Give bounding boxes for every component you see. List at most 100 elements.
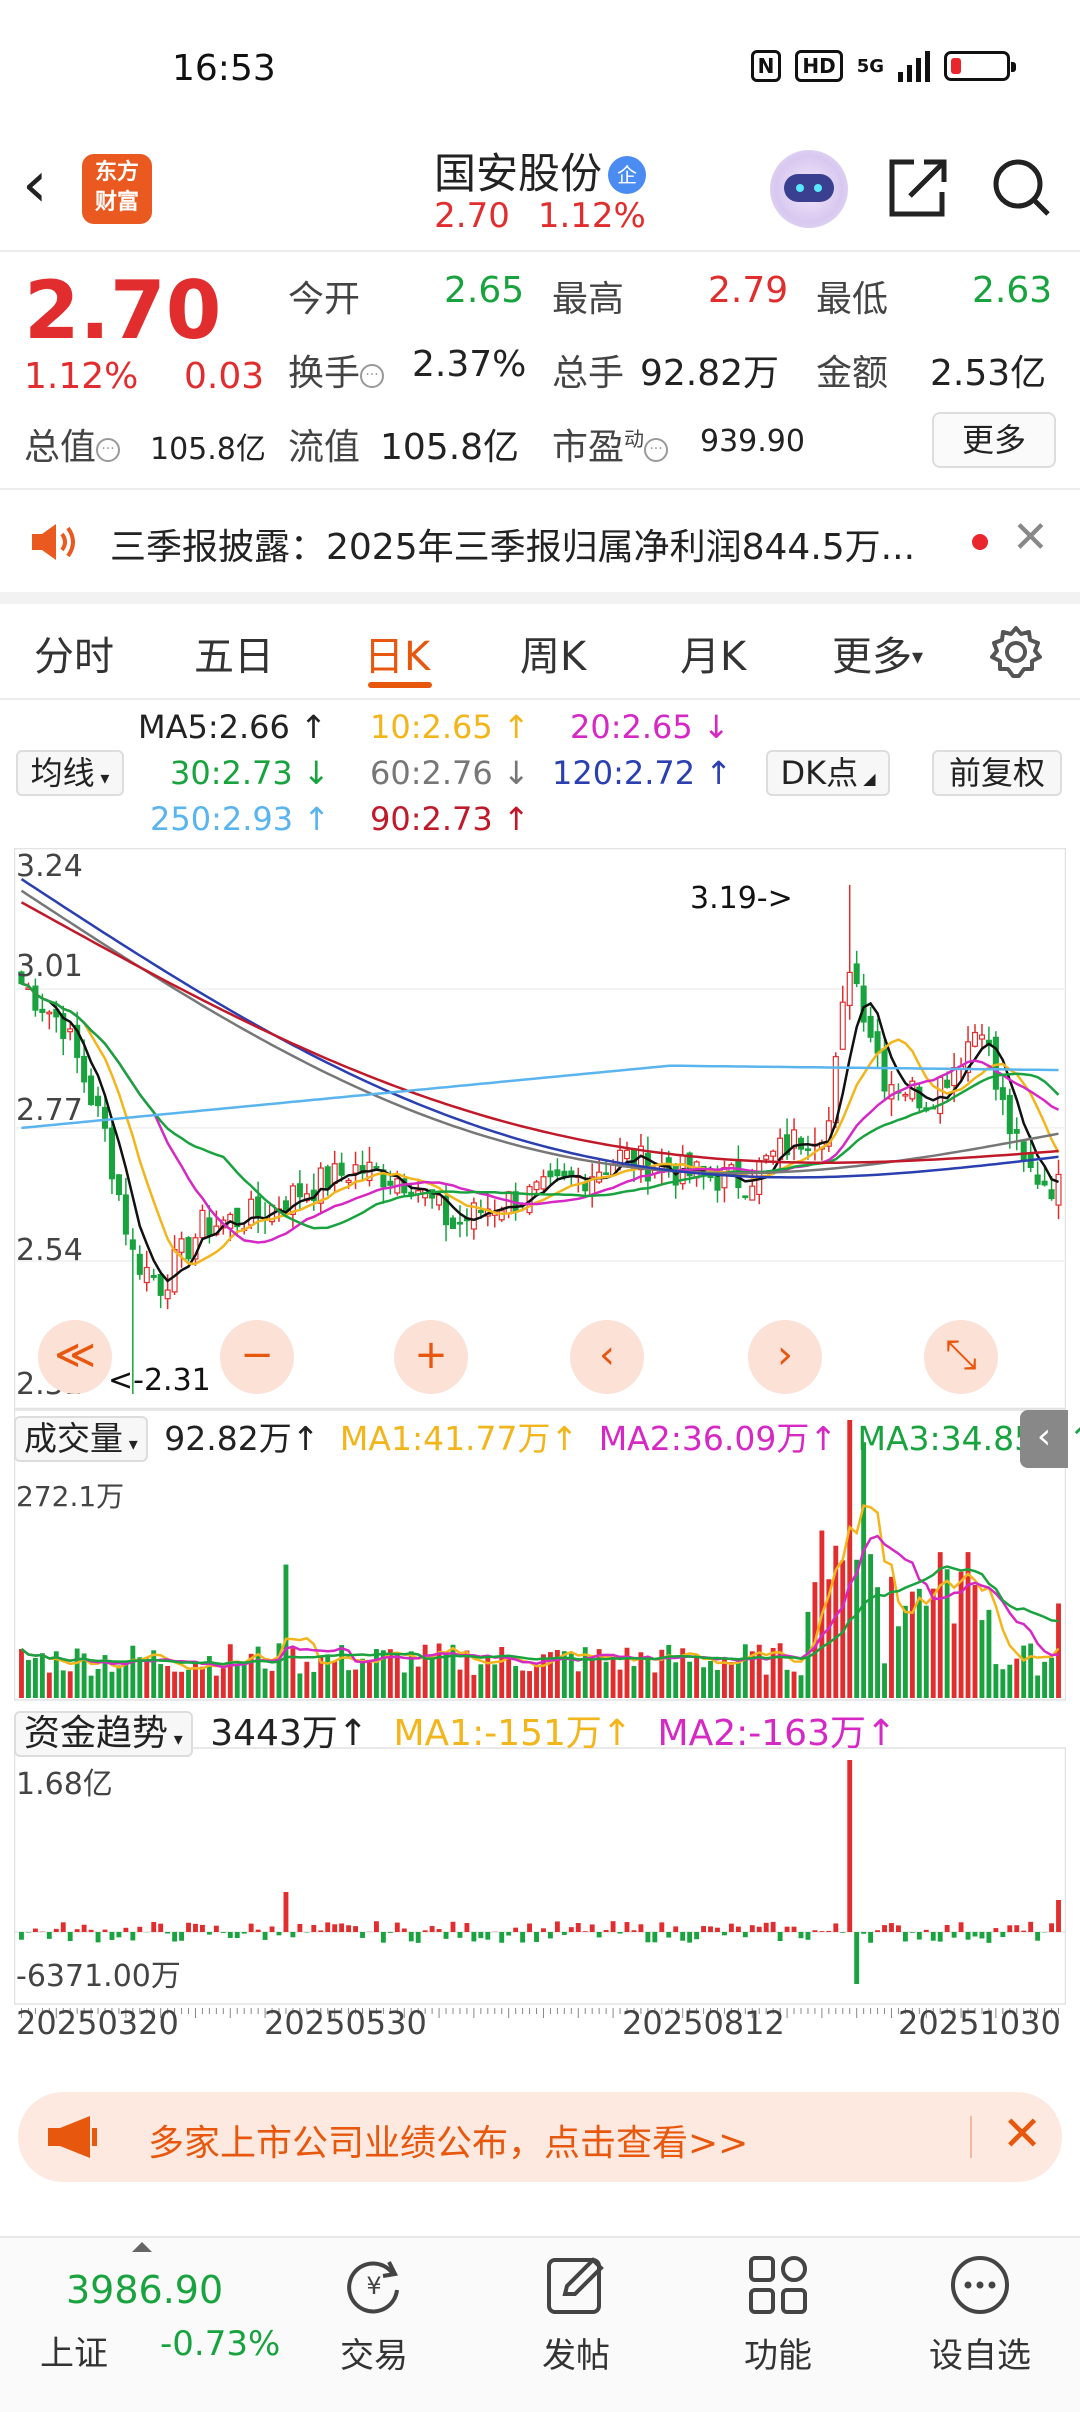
volume-bar bbox=[220, 1668, 226, 1698]
ma-selector[interactable]: 均线 ▾ bbox=[16, 750, 124, 796]
divider bbox=[0, 250, 1080, 252]
candle-body bbox=[505, 1191, 512, 1215]
candle-body bbox=[178, 1238, 185, 1253]
dropdown-icon: ▾ bbox=[912, 645, 924, 670]
volume-ma2: MA2:36.09万↑ bbox=[598, 1419, 837, 1458]
fund-bar bbox=[339, 1923, 345, 1932]
ai-assistant-icon[interactable] bbox=[770, 150, 848, 228]
caret-up-icon[interactable] bbox=[132, 2242, 152, 2252]
svg-text:¥: ¥ bbox=[366, 2272, 381, 2300]
volume-bar bbox=[742, 1644, 748, 1698]
tab-intraday[interactable]: 分时 bbox=[34, 624, 114, 682]
close-icon[interactable]: ✕ bbox=[1012, 512, 1049, 563]
search-icon[interactable] bbox=[988, 152, 1054, 222]
candle-body bbox=[603, 1172, 610, 1176]
info-icon[interactable]: ··· bbox=[644, 438, 669, 462]
info-icon[interactable]: ··· bbox=[360, 364, 385, 388]
volume-selector[interactable]: 成交量 ▾ bbox=[14, 1416, 148, 1462]
volume-bar bbox=[353, 1669, 358, 1698]
candle-body bbox=[881, 1048, 888, 1092]
zoom-out-button[interactable]: − bbox=[220, 1320, 294, 1394]
y-axis-label: 3.01 bbox=[16, 949, 83, 984]
candle-body bbox=[115, 1174, 122, 1196]
date-label: 20250530 bbox=[264, 2004, 427, 2042]
dk-button[interactable]: DK点 ◢ bbox=[766, 750, 890, 796]
index-name[interactable]: 上证 bbox=[40, 2326, 108, 2375]
fund-bar bbox=[269, 1926, 275, 1932]
fund-bar bbox=[1028, 1921, 1034, 1932]
fund-bar bbox=[109, 1932, 115, 1940]
fund-bar bbox=[276, 1932, 282, 1936]
fund-bar bbox=[534, 1932, 539, 1942]
volume-bar bbox=[130, 1645, 136, 1698]
gear-icon[interactable] bbox=[988, 624, 1044, 680]
fund-bar bbox=[826, 1930, 832, 1932]
volume-bar bbox=[95, 1668, 101, 1698]
dropdown-icon: ▾ bbox=[123, 1434, 138, 1455]
volume-bar bbox=[986, 1609, 992, 1698]
ma120-value: 120:2.72 ↑ bbox=[552, 754, 733, 792]
close-icon[interactable]: ✕ bbox=[1002, 2106, 1042, 2162]
volume-legend: 成交量 ▾ 92.82万↑ MA1:41.77万↑ MA2:36.09万↑ MA… bbox=[14, 1412, 1080, 1462]
collapse-panel-button[interactable]: ‹ bbox=[1020, 1410, 1068, 1468]
index-value[interactable]: 3986.90 bbox=[66, 2268, 223, 2312]
candle-body bbox=[547, 1170, 554, 1178]
candle-body bbox=[345, 1179, 352, 1183]
volume-bar bbox=[492, 1664, 498, 1698]
turnover-label: 换手 ··· bbox=[288, 344, 385, 396]
fund-bar bbox=[325, 1922, 331, 1932]
info-icon[interactable]: ··· bbox=[96, 438, 121, 462]
share-icon[interactable] bbox=[884, 152, 950, 222]
tab-monthly-k[interactable]: 月K bbox=[680, 624, 746, 682]
tab-weekly-k[interactable]: 周K bbox=[520, 624, 586, 682]
nav-watchlist[interactable]: 设自选 bbox=[910, 2252, 1050, 2377]
fund-bar bbox=[1014, 1925, 1020, 1932]
candle-body bbox=[902, 1093, 909, 1097]
fund-bar bbox=[652, 1932, 658, 1943]
fast-back-button[interactable]: ≪ bbox=[38, 1320, 112, 1394]
more-button[interactable]: 更多 bbox=[932, 412, 1056, 468]
volume-bar bbox=[854, 1559, 860, 1698]
fund-bar bbox=[485, 1932, 491, 1940]
fund-bar bbox=[116, 1932, 122, 1938]
dk-label: DK点 bbox=[780, 754, 859, 792]
nav-post[interactable]: 发帖 bbox=[506, 2252, 646, 2377]
notice-bar[interactable]: 三季报披露：2025年三季报归属净利润844.5万... ✕ bbox=[0, 492, 1080, 592]
fund-selector[interactable]: 资金趋势 ▾ bbox=[14, 1711, 193, 1757]
fullscreen-button[interactable]: ⤡ bbox=[924, 1320, 998, 1394]
ma5-line bbox=[21, 982, 1059, 1283]
fund-bar bbox=[394, 1922, 400, 1932]
fund-ma1: MA1:-151万↑ bbox=[393, 1713, 633, 1754]
step-left-button[interactable]: ‹ bbox=[570, 1320, 644, 1394]
index-change[interactable]: -0.73% bbox=[160, 2324, 280, 2364]
promo-banner[interactable]: 多家上市公司业绩公布，点击查看>> ✕ bbox=[18, 2092, 1062, 2182]
network-label: 5G bbox=[856, 55, 884, 77]
fund-bar bbox=[332, 1924, 338, 1932]
adjust-button[interactable]: 前复权 bbox=[932, 750, 1062, 796]
candle-body bbox=[164, 1289, 171, 1300]
nav-trade[interactable]: ¥ 交易 bbox=[304, 2252, 444, 2377]
step-right-button[interactable]: › bbox=[748, 1320, 822, 1394]
date-label: 20250812 bbox=[622, 2004, 785, 2042]
fund-bar bbox=[847, 1760, 853, 1932]
fund-bar bbox=[290, 1932, 296, 1938]
volume-bar bbox=[374, 1649, 379, 1698]
fund-bar bbox=[735, 1926, 741, 1932]
nav-function[interactable]: 功能 bbox=[708, 2252, 848, 2377]
volume-bar bbox=[763, 1674, 769, 1698]
volume-bar bbox=[422, 1644, 428, 1698]
volume-ma2-line bbox=[20, 1534, 1059, 1669]
tab-more[interactable]: 更多▾ bbox=[832, 624, 923, 682]
volume-bar bbox=[74, 1648, 80, 1698]
fund-bar bbox=[165, 1932, 171, 1934]
candle-body bbox=[839, 1001, 846, 1050]
fund-bar bbox=[749, 1925, 755, 1932]
ma20-text: 20:2.65 bbox=[570, 708, 693, 746]
fund-bar bbox=[923, 1929, 929, 1932]
tab-five-day[interactable]: 五日 bbox=[194, 624, 274, 682]
volume-bar bbox=[527, 1671, 532, 1698]
ma90-value: 90:2.73 ↑ bbox=[370, 800, 530, 838]
tab-daily-k[interactable]: 日K bbox=[364, 624, 430, 682]
fund-bar bbox=[589, 1924, 595, 1932]
zoom-in-button[interactable]: + bbox=[394, 1320, 468, 1394]
